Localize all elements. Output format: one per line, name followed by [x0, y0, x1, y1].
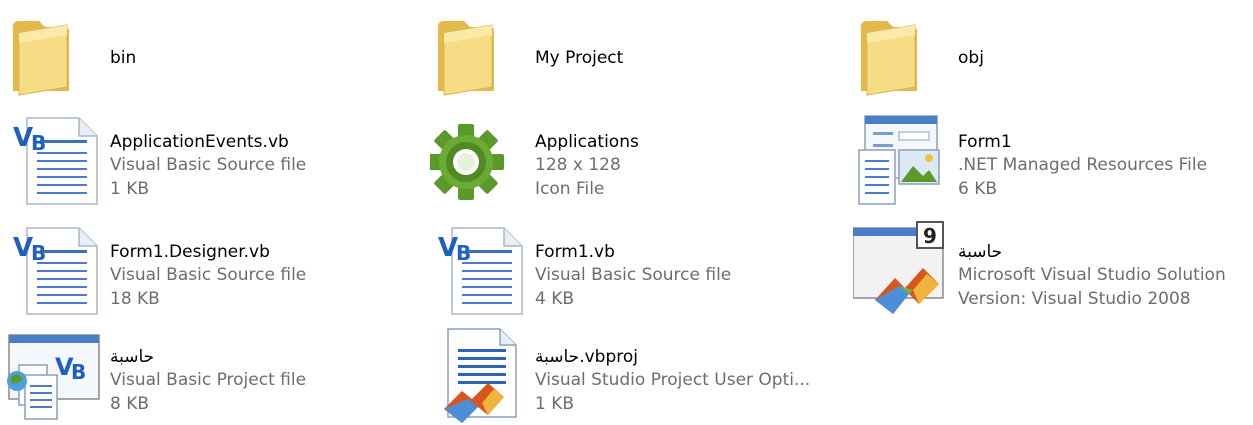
item-type: .NET Managed Resources File — [958, 155, 1208, 175]
item-version: Version: Visual Studio 2008 — [958, 289, 1191, 309]
gear-icon — [430, 110, 530, 210]
item-size: 6 KB — [958, 179, 998, 199]
item-name: Form1.Designer.vb — [110, 242, 270, 262]
vb-source-icon: V B — [5, 110, 105, 210]
item-size: 18 KB — [110, 289, 160, 309]
item-size: 1 KB — [110, 179, 150, 199]
item-name: My Project — [535, 48, 624, 68]
svg-text:B: B — [31, 241, 46, 265]
item-dimensions: 128 x 128 — [535, 155, 621, 175]
item-type: Visual Basic Source file — [110, 155, 307, 175]
file-item-form1-designer-vb[interactable]: V B Form1.Designer.vb Visual Basic Sourc… — [5, 220, 425, 320]
folder-item-bin[interactable]: bin — [5, 5, 425, 105]
item-name: Form1 — [958, 132, 1012, 152]
svg-text:B: B — [456, 241, 471, 265]
file-item-vb-project[interactable]: V B حاسبة Visual Basic Project file 8 KB — [5, 325, 425, 425]
folder-item-my-project[interactable]: My Project — [430, 5, 850, 105]
vb-source-icon: V B — [5, 220, 105, 320]
folder-item-obj[interactable]: obj — [853, 5, 1253, 105]
item-size: 4 KB — [535, 289, 575, 309]
item-type: Visual Basic Project file — [110, 370, 307, 390]
file-item-vbproj-user[interactable]: حاسبة.vbproj Visual Studio Project User … — [430, 325, 850, 425]
resources-file-icon — [853, 110, 953, 210]
item-name: حاسبة.vbproj — [535, 347, 638, 367]
item-type: Microsoft Visual Studio Solution — [958, 265, 1226, 285]
item-name: حاسبة — [110, 347, 155, 367]
item-name: حاسبة — [958, 242, 1003, 262]
item-name: Applications — [535, 132, 639, 152]
item-name: bin — [110, 48, 137, 68]
file-item-form1-vb[interactable]: V B Form1.vb Visual Basic Source file 4 … — [430, 220, 850, 320]
file-item-applications[interactable]: Applications 128 x 128 Icon File — [430, 110, 850, 210]
folder-icon — [430, 5, 530, 105]
item-type: Icon File — [535, 179, 605, 199]
item-name: Form1.vb — [535, 242, 615, 262]
vs-solution-icon: 9 — [853, 220, 953, 320]
item-size: 8 KB — [110, 394, 150, 414]
folder-icon — [5, 5, 105, 105]
item-name: obj — [958, 48, 984, 68]
svg-text:B: B — [71, 360, 86, 384]
item-size: 1 KB — [535, 394, 575, 414]
file-item-applicationevents-vb[interactable]: V B ApplicationEvents.vb Visual Basic So… — [5, 110, 425, 210]
vb-project-icon: V B — [5, 325, 105, 425]
file-item-solution[interactable]: 9 حاسبة Microsoft Visual Studio Solution… — [853, 220, 1253, 320]
file-item-form1-resx[interactable]: Form1 .NET Managed Resources File 6 KB — [853, 110, 1253, 210]
item-type: Visual Basic Source file — [110, 265, 307, 285]
item-type: Visual Basic Source file — [535, 265, 732, 285]
vs-user-options-icon — [430, 325, 530, 425]
svg-text:B: B — [31, 131, 46, 155]
item-type: Visual Studio Project User Opti... — [535, 370, 811, 390]
item-name: ApplicationEvents.vb — [110, 132, 289, 152]
version-badge: 9 — [923, 224, 937, 248]
vb-source-icon: V B — [430, 220, 530, 320]
folder-icon — [853, 5, 953, 105]
